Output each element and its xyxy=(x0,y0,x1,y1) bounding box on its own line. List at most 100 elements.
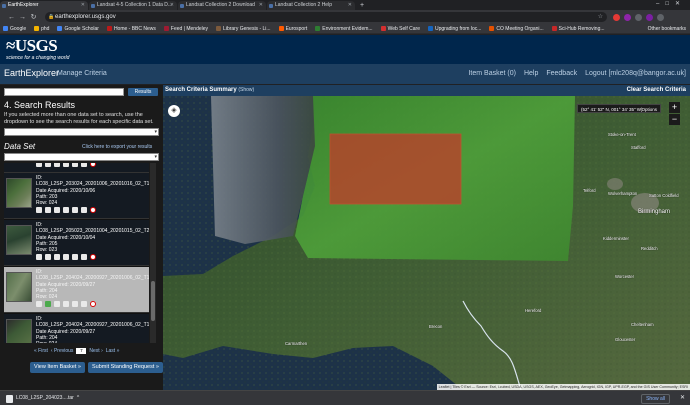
last-page-link[interactable]: Last » xyxy=(106,348,120,354)
manage-criteria-link[interactable]: Manage Criteria xyxy=(57,70,107,77)
usgs-logo[interactable]: ≈USGS xyxy=(6,37,58,55)
close-tab-icon[interactable]: ✕ xyxy=(81,1,85,10)
tab-earthexplorer[interactable]: EarthExplorer ✕ xyxy=(0,1,88,10)
browse-overlay-icon[interactable] xyxy=(45,301,51,307)
help-link[interactable]: Help xyxy=(524,70,538,77)
close-tab-icon[interactable]: ✕ xyxy=(259,1,263,10)
result-thumbnail[interactable] xyxy=(6,319,32,343)
bookmark-item[interactable]: Upgrading from loc... xyxy=(428,26,481,32)
bookmark-item[interactable]: Google Scholar xyxy=(57,26,99,32)
bookmark-item[interactable]: Eurosport xyxy=(278,26,307,32)
result-thumbnail[interactable] xyxy=(6,178,32,208)
zoom-out-button[interactable]: − xyxy=(669,114,680,125)
logout-link[interactable]: Logout [mlc208q@bangor.ac.uk] xyxy=(585,70,686,77)
tab-strip-input[interactable] xyxy=(4,88,124,96)
area-of-interest[interactable] xyxy=(329,133,462,205)
result-item[interactable]: ID: LC08_L2SP_205023_20201004_20201015_0… xyxy=(4,220,149,266)
result-item[interactable]: ID: LC08_L2SP_203024_20201006_20201016_0… xyxy=(4,173,149,219)
download-icon[interactable] xyxy=(72,254,78,260)
show-all-downloads-button[interactable]: Show all xyxy=(641,394,670,404)
results-tab-button[interactable]: Results xyxy=(128,88,158,96)
other-bookmarks[interactable]: Other bookmarks xyxy=(648,24,686,33)
view-item-basket-button[interactable]: View Item Basket » xyxy=(30,362,85,373)
chevron-up-icon[interactable]: ^ xyxy=(77,394,79,403)
metadata-icon[interactable] xyxy=(63,163,69,167)
close-tab-icon[interactable]: ✕ xyxy=(348,1,352,10)
browse-overlay-icon[interactable] xyxy=(45,254,51,260)
metadata-icon[interactable] xyxy=(63,207,69,213)
download-icon[interactable] xyxy=(72,301,78,307)
bookmark-item[interactable]: Environment Evidem... xyxy=(315,26,373,32)
metadata-icon[interactable] xyxy=(63,254,69,260)
exclude-icon[interactable] xyxy=(90,254,96,260)
bookmark-item[interactable]: phd xyxy=(34,26,49,32)
forward-icon[interactable]: → xyxy=(17,14,28,21)
bookmark-item[interactable]: Home - BBC News xyxy=(106,26,156,32)
layers-icon[interactable]: ◈ xyxy=(168,105,180,117)
add-to-basket-icon[interactable] xyxy=(81,254,87,260)
first-page-link[interactable]: « First xyxy=(34,348,48,354)
bookmark-item[interactable]: Web Self Care xyxy=(380,26,420,32)
tab-landsat-collection-2-help[interactable]: Landsat Collection 2 Help ✕ xyxy=(267,1,355,10)
feedback-link[interactable]: Feedback xyxy=(546,70,577,77)
page-number-input[interactable]: 7 xyxy=(76,348,87,354)
result-thumbnail[interactable] xyxy=(6,272,32,302)
bookmark-item[interactable]: CO Meeting Organi... xyxy=(489,26,544,32)
compare-icon[interactable] xyxy=(54,254,60,260)
previous-page-link[interactable]: ‹ Previous xyxy=(51,348,74,354)
metadata-icon[interactable] xyxy=(63,301,69,307)
clear-search-criteria-link[interactable]: Clear Search Criteria xyxy=(627,85,686,96)
add-to-basket-icon[interactable] xyxy=(81,207,87,213)
new-tab-button[interactable]: + xyxy=(356,1,368,10)
result-item[interactable]: ID: LC08_L2SP_204024_20200927_20201006_0… xyxy=(4,267,149,313)
show-criteria-link[interactable]: (Show) xyxy=(238,87,254,93)
extension-icon[interactable] xyxy=(613,13,620,21)
exclude-icon[interactable] xyxy=(90,163,96,167)
close-tab-icon[interactable]: ✕ xyxy=(170,1,174,10)
tab-landsat-collection-1[interactable]: Landsat 4-5 Collection 1 Data D... ✕ xyxy=(89,1,177,10)
scroll-thumb[interactable] xyxy=(151,281,155,321)
back-icon[interactable]: ← xyxy=(6,14,17,21)
map-canvas[interactable] xyxy=(163,96,690,390)
url-input[interactable]: 🔒 earthexplorer.usgs.gov ☆ xyxy=(45,12,607,22)
download-icon[interactable] xyxy=(72,163,78,167)
close-shelf-icon[interactable]: ✕ xyxy=(680,394,685,401)
download-item[interactable]: LC08_L2SP_204023....tar ^ xyxy=(6,394,79,403)
bookmark-item[interactable]: Google xyxy=(3,26,26,32)
footprint-icon[interactable] xyxy=(36,163,42,167)
submit-standing-request-button[interactable]: Submit Standing Request » xyxy=(87,362,163,373)
results-scrollbar[interactable] xyxy=(150,163,156,343)
tab-landsat-collection-2-download[interactable]: Landsat Collection 2 Download ✕ xyxy=(178,1,266,10)
extension-icon[interactable] xyxy=(635,13,642,21)
compare-icon[interactable] xyxy=(54,207,60,213)
browse-overlay-icon[interactable] xyxy=(45,163,51,167)
add-to-basket-icon[interactable] xyxy=(81,301,87,307)
compare-icon[interactable] xyxy=(54,163,60,167)
window-controls[interactable]: –□✕ xyxy=(656,0,686,9)
result-thumbnail[interactable] xyxy=(6,225,32,255)
footprint-icon[interactable] xyxy=(36,301,42,307)
result-item[interactable] xyxy=(4,163,149,173)
exclude-icon[interactable] xyxy=(90,301,96,307)
browse-overlay-icon[interactable] xyxy=(45,207,51,213)
bookmark-item[interactable]: Feed | Mendeley xyxy=(163,26,208,32)
map-options-link[interactable]: Options xyxy=(641,105,657,114)
results-dataset-select[interactable]: ▾ xyxy=(4,128,159,136)
export-results-link[interactable]: Click here to export your results xyxy=(82,144,152,150)
profile-avatar[interactable] xyxy=(646,13,653,21)
add-to-basket-icon[interactable] xyxy=(81,163,87,167)
extension-icon[interactable] xyxy=(624,13,631,21)
menu-icon[interactable] xyxy=(657,13,664,21)
app-title[interactable]: EarthExplorer xyxy=(4,68,59,78)
exclude-icon[interactable] xyxy=(90,207,96,213)
result-item[interactable]: ID: LC08_L2SP_204024_20200927_20201006_0… xyxy=(4,314,149,343)
item-basket-link[interactable]: Item Basket (0) xyxy=(468,70,515,77)
footprint-icon[interactable] xyxy=(36,207,42,213)
bookmark-item[interactable]: Sci-Hub Removing... xyxy=(551,26,605,32)
bookmark-item[interactable]: Library Genesis - Li... xyxy=(216,26,271,32)
bookmark-star-icon[interactable]: ☆ xyxy=(598,12,603,22)
compare-icon[interactable] xyxy=(54,301,60,307)
zoom-in-button[interactable]: + xyxy=(669,102,680,113)
footprint-icon[interactable] xyxy=(36,254,42,260)
reload-icon[interactable]: ↻ xyxy=(28,13,39,21)
